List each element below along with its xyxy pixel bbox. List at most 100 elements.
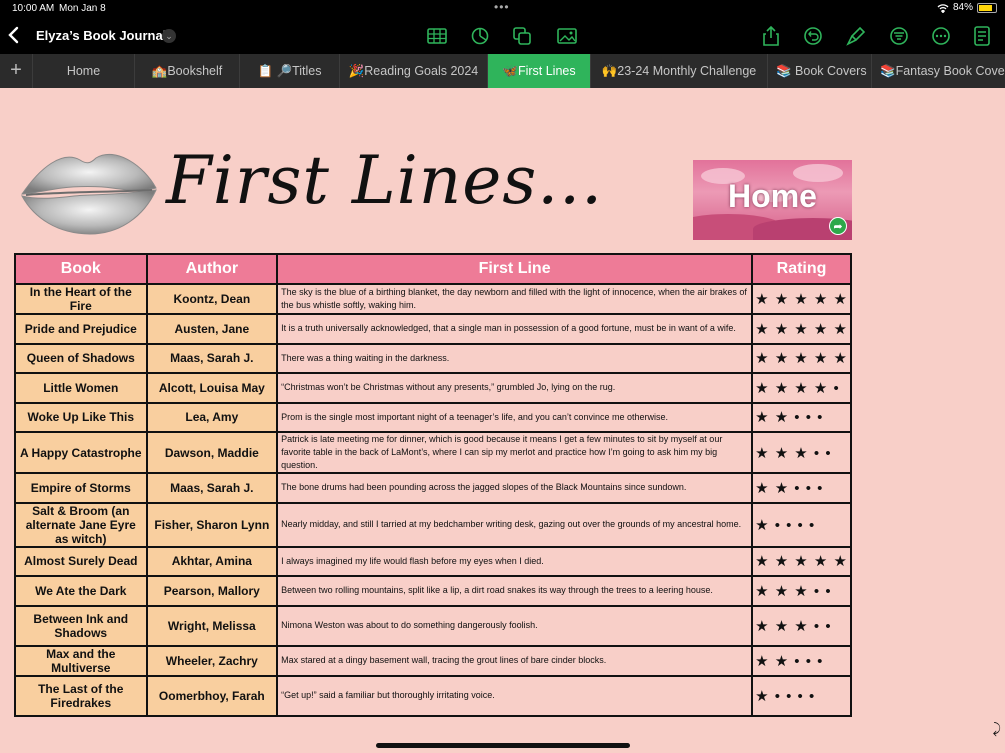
document-title[interactable]: Elyza’s Book Journal xyxy=(36,28,166,43)
column-header-first-line[interactable]: First Line xyxy=(276,253,754,285)
media-icon[interactable] xyxy=(556,26,578,46)
first-line-cell[interactable]: I always imagined my life would flash be… xyxy=(276,545,754,577)
tab-bookshelf[interactable]: 🏫Bookshelf xyxy=(135,54,240,88)
author-cell[interactable]: Oomerbhoy, Farah xyxy=(145,674,279,717)
author-cell[interactable]: Maas, Sarah J. xyxy=(145,472,279,504)
resize-corner-icon: ⤸ xyxy=(992,720,1001,736)
book-cell[interactable]: In the Heart of the Fire xyxy=(14,283,148,315)
home-indicator[interactable] xyxy=(376,743,630,748)
rating-cell[interactable]: ★ • • • • xyxy=(751,501,852,548)
first-lines-table: Book Author First Line Rating In the Hea… xyxy=(14,253,852,717)
rating-cell[interactable]: ★ ★ • • • xyxy=(751,472,852,504)
rating-cell[interactable]: ★ ★ • • • xyxy=(751,401,852,433)
share-icon[interactable] xyxy=(760,25,782,46)
column-header-book[interactable]: Book xyxy=(14,253,148,285)
chevron-down-icon[interactable]: ⌄ xyxy=(162,29,176,43)
rating-cell[interactable]: ★ ★ ★ • • xyxy=(751,431,852,474)
author-cell[interactable]: Pearson, Mallory xyxy=(145,575,279,607)
home-button[interactable]: Home ➦ xyxy=(693,160,852,240)
rating-cell[interactable]: ★ ★ ★ ★ ★ xyxy=(751,283,852,315)
book-cell[interactable]: Max and the Multiverse xyxy=(14,644,148,677)
tab-titles[interactable]: 📋 🔎Titles xyxy=(240,54,340,88)
first-line-cell[interactable]: “Christmas won’t be Christmas without an… xyxy=(276,372,754,404)
table-row: Empire of Storms Maas, Sarah J. The bone d… xyxy=(14,472,852,504)
author-cell[interactable]: Wheeler, Zachry xyxy=(145,644,279,677)
book-cell[interactable]: Woke Up Like This xyxy=(14,401,148,433)
chart-icon[interactable] xyxy=(469,26,491,46)
author-cell[interactable]: Akhtar, Amina xyxy=(145,545,279,577)
rating-cell[interactable]: ★ ★ ★ • • xyxy=(751,604,852,647)
document-icon[interactable] xyxy=(971,26,993,46)
home-button-label: Home xyxy=(728,178,817,214)
lips-image xyxy=(16,138,158,238)
battery-percent: 84% xyxy=(952,2,973,13)
book-cell[interactable]: Pride and Prejudice xyxy=(14,313,148,345)
author-cell[interactable]: Alcott, Louisa May xyxy=(145,372,279,404)
undo-icon[interactable] xyxy=(802,26,824,46)
forward-arrow-icon: ➦ xyxy=(829,217,847,235)
first-line-cell[interactable]: Between two rolling mountains, split lik… xyxy=(276,575,754,607)
chevron-left-icon[interactable] xyxy=(6,25,24,47)
book-cell[interactable]: Empire of Storms xyxy=(14,472,148,504)
sheet-tab-bar: + Home 🏫Bookshelf 📋 🔎Titles 🎉Reading Goa… xyxy=(0,54,1005,88)
author-cell[interactable]: Koontz, Dean xyxy=(145,283,279,315)
wifi-icon xyxy=(937,3,949,13)
table-row: A Happy Catastrophe Dawson, Maddie Patrick… xyxy=(14,431,852,474)
first-line-cell[interactable]: “Get up!” said a familiar but thoroughly… xyxy=(276,674,754,717)
book-cell[interactable]: Between Ink and Shadows xyxy=(14,604,148,647)
book-cell[interactable]: Little Women xyxy=(14,372,148,404)
table-row: Pride and Prejudice Austen, Jane It is a t… xyxy=(14,313,852,345)
format-brush-icon[interactable] xyxy=(845,26,867,46)
table-row: Salt & Broom (an alternate Jane Eyre as … xyxy=(14,501,852,548)
first-line-cell[interactable]: Nearly midday, and still I tarried at my… xyxy=(276,501,754,548)
first-line-cell[interactable]: Patrick is late meeting me for dinner, w… xyxy=(276,431,754,474)
first-line-cell[interactable]: The bone drums had been pounding across … xyxy=(276,472,754,504)
column-header-author[interactable]: Author xyxy=(145,253,279,285)
first-line-cell[interactable]: There was a thing waiting in the darknes… xyxy=(276,342,754,374)
multitasking-dots-icon[interactable]: ••• xyxy=(494,0,510,14)
add-sheet-icon[interactable]: + xyxy=(0,54,33,88)
rating-cell[interactable]: ★ ★ ★ ★ ★ xyxy=(751,545,852,577)
table-row: Almost Surely Dead Akhtar, Amina I always … xyxy=(14,545,852,577)
more-icon[interactable] xyxy=(930,26,952,46)
first-line-cell[interactable]: The sky is the blue of a birthing blanke… xyxy=(276,283,754,315)
first-line-cell[interactable]: Nimona Weston was about to do something … xyxy=(276,604,754,647)
author-cell[interactable]: Dawson, Maddie xyxy=(145,431,279,474)
tab-fantasy-book-covers[interactable]: 📚Fantasy Book Covers xyxy=(872,54,1005,88)
rating-cell[interactable]: ★ • • • • xyxy=(751,674,852,717)
author-cell[interactable]: Fisher, Sharon Lynn xyxy=(145,501,279,548)
column-header-rating[interactable]: Rating xyxy=(751,253,852,285)
shapes-icon[interactable] xyxy=(511,26,533,46)
tab-monthly-challenge[interactable]: 🙌23-24 Monthly Challenge xyxy=(591,54,768,88)
table-row: We Ate the Dark Pearson, Mallory Between t… xyxy=(14,575,852,607)
battery-icon xyxy=(977,2,997,13)
rating-cell[interactable]: ★ ★ ★ ★ • xyxy=(751,372,852,404)
organize-icon[interactable] xyxy=(888,26,910,46)
tab-book-covers[interactable]: 📚 Book Covers xyxy=(768,54,872,88)
table-icon[interactable] xyxy=(426,26,448,46)
table-row: Woke Up Like This Lea, Amy Prom is the sin… xyxy=(14,401,852,433)
table-header-row: Book Author First Line Rating xyxy=(14,253,852,285)
author-cell[interactable]: Maas, Sarah J. xyxy=(145,342,279,374)
book-cell[interactable]: We Ate the Dark xyxy=(14,575,148,607)
table-row: Max and the Multiverse Wheeler, Zachry Max… xyxy=(14,644,852,677)
first-line-cell[interactable]: It is a truth universally acknowledged, … xyxy=(276,313,754,345)
tab-reading-goals-2024[interactable]: 🎉Reading Goals 2024 xyxy=(340,54,488,88)
first-line-cell[interactable]: Max stared at a dingy basement wall, tra… xyxy=(276,644,754,677)
rating-cell[interactable]: ★ ★ ★ ★ ★ xyxy=(751,342,852,374)
author-cell[interactable]: Austen, Jane xyxy=(145,313,279,345)
first-line-cell[interactable]: Prom is the single most important night … xyxy=(276,401,754,433)
author-cell[interactable]: Wright, Melissa xyxy=(145,604,279,647)
book-cell[interactable]: Almost Surely Dead xyxy=(14,545,148,577)
rating-cell[interactable]: ★ ★ • • • xyxy=(751,644,852,677)
book-cell[interactable]: A Happy Catastrophe xyxy=(14,431,148,474)
book-cell[interactable]: Salt & Broom (an alternate Jane Eyre as … xyxy=(14,501,148,548)
book-cell[interactable]: The Last of the Firedrakes xyxy=(14,674,148,717)
rating-cell[interactable]: ★ ★ ★ ★ ★ xyxy=(751,313,852,345)
tab-first-lines[interactable]: 🦋First Lines xyxy=(488,54,591,88)
rating-cell[interactable]: ★ ★ ★ • • xyxy=(751,575,852,607)
book-cell[interactable]: Queen of Shadows xyxy=(14,342,148,374)
author-cell[interactable]: Lea, Amy xyxy=(145,401,279,433)
tab-home[interactable]: Home xyxy=(33,54,135,88)
table-row: The Last of the Firedrakes Oomerbhoy, Far… xyxy=(14,674,852,717)
